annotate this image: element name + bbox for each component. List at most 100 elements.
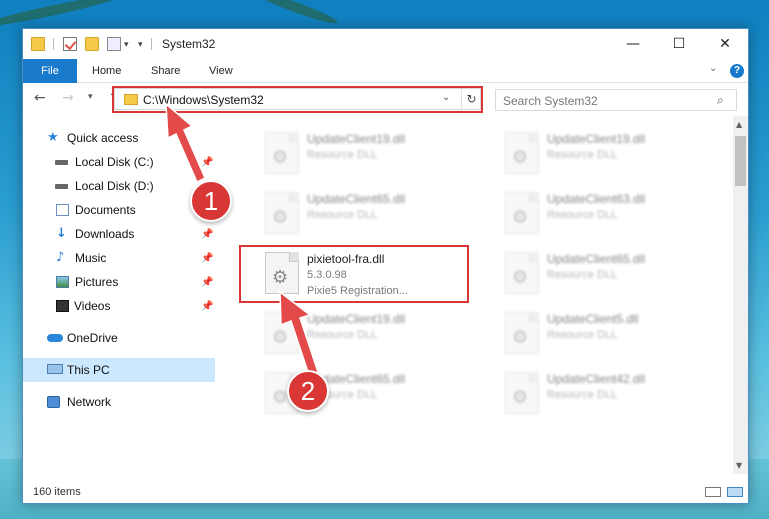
sidebar-item-this-pc[interactable]: This PC — [23, 358, 215, 382]
vertical-scrollbar[interactable]: ▲ ▼ — [733, 116, 748, 474]
gear-icon: ⚙ — [512, 327, 529, 348]
scroll-down-icon[interactable]: ▼ — [736, 461, 742, 470]
window-title: System32 — [162, 37, 216, 51]
sidebar-item-local-disk-d[interactable]: Local Disk (D:) — [23, 174, 215, 198]
sidebar-item-label: Local Disk (C:) — [75, 155, 154, 169]
file-item[interactable]: ⚙ UpdateClient19.dll Resource DLL — [259, 306, 479, 362]
file-name: UpdateClient63.dll — [547, 192, 646, 206]
file-description: Resource DLL — [547, 329, 618, 341]
recent-locations-chevron-icon[interactable]: ▾ — [88, 92, 93, 102]
search-placeholder: Search System32 — [503, 94, 598, 108]
dll-file-icon: ⚙ — [505, 312, 539, 354]
sidebar-item-videos[interactable]: Videos 📌 — [23, 294, 215, 318]
onedrive-icon — [47, 334, 63, 342]
pin-icon: 📌 — [201, 277, 214, 288]
file-item[interactable]: ⚙ UpdateClient5.dll Resource DLL — [499, 306, 719, 362]
sidebar-item-onedrive[interactable]: OneDrive — [23, 326, 215, 350]
dll-file-icon: ⚙ — [505, 192, 539, 234]
star-icon: ★ — [47, 130, 59, 145]
search-input[interactable]: Search System32 ⌕ — [495, 89, 737, 111]
toolbar-separator — [53, 38, 54, 50]
large-icons-view-icon[interactable] — [727, 487, 743, 497]
forward-arrow-icon[interactable]: → — [62, 90, 74, 106]
close-button[interactable]: ✕ — [702, 29, 748, 59]
sidebar-item-label: Downloads — [75, 227, 135, 241]
tab-share[interactable]: Share — [151, 59, 180, 83]
expand-ribbon-icon[interactable]: ⌄ — [709, 63, 717, 74]
sidebar-item-label: Local Disk (D:) — [75, 179, 154, 193]
pin-icon: 📌 — [201, 229, 214, 240]
gear-icon: ⚙ — [272, 207, 289, 228]
folder-icon — [31, 37, 45, 51]
file-item[interactable]: ⚙ UpdateClient65.dll Resource DLL — [259, 186, 479, 242]
maximize-button[interactable]: ☐ — [656, 29, 702, 59]
gear-icon: ⚙ — [272, 147, 289, 168]
address-highlight-box — [112, 86, 483, 113]
dll-file-icon: ⚙ — [265, 132, 299, 174]
sidebar-item-label: Network — [67, 395, 112, 409]
tab-home[interactable]: Home — [92, 59, 121, 83]
file-name: UpdateClient19.dll — [307, 312, 406, 326]
desktop-leaf — [251, 0, 339, 28]
item-count: 160 items — [33, 486, 81, 498]
sidebar-item-label: Quick access — [67, 131, 139, 145]
music-icon: ♪ — [56, 250, 65, 265]
scrollbar-thumb[interactable] — [735, 136, 746, 186]
title-bar: ▾ ▾ System32 — ☐ ✕ — [23, 29, 748, 59]
tab-view[interactable]: View — [209, 59, 233, 83]
help-icon[interactable]: ? — [730, 64, 744, 78]
sidebar-item-local-disk-c[interactable]: Local Disk (C:) 📌 — [23, 150, 215, 174]
file-item[interactable]: ⚙ UpdateClient42.dll Resource DLL — [499, 366, 719, 422]
pictures-icon — [56, 276, 69, 288]
status-bar: 160 items — [23, 481, 748, 503]
scroll-up-icon[interactable]: ▲ — [736, 120, 742, 129]
file-name: UpdateClient65.dll — [307, 192, 406, 206]
file-item[interactable]: ⚙ UpdateClient19.dll Resource DLL — [259, 126, 479, 182]
sidebar-item-label: Documents — [75, 203, 136, 217]
sidebar-item-network[interactable]: Network — [23, 390, 215, 414]
search-icon[interactable]: ⌕ — [717, 93, 724, 108]
file-highlight-box — [239, 245, 469, 303]
dll-file-icon: ⚙ — [505, 132, 539, 174]
sidebar-item-label: OneDrive — [67, 331, 118, 345]
file-item[interactable]: ⚙ UpdateClient19.dll Resource DLL — [499, 126, 719, 182]
file-item[interactable]: ⚙ UpdateClient65.dll Resource DLL — [499, 246, 719, 302]
step-2-badge: 2 — [287, 370, 329, 412]
pin-icon: 📌 — [201, 301, 214, 312]
properties-check-icon[interactable] — [63, 37, 77, 51]
dll-file-icon: ⚙ — [505, 372, 539, 414]
dll-file-icon: ⚙ — [265, 312, 299, 354]
documents-icon — [56, 204, 69, 216]
file-description: Resource DLL — [547, 389, 618, 401]
desktop-leaf — [0, 0, 120, 31]
file-description: Resource DLL — [547, 269, 618, 281]
gear-icon: ⚙ — [512, 267, 529, 288]
minimize-button[interactable]: — — [610, 29, 656, 59]
step-1-badge: 1 — [190, 180, 232, 222]
download-icon: ↓ — [56, 226, 67, 241]
details-view-icon[interactable] — [705, 487, 721, 497]
sidebar-item-music[interactable]: ♪ Music 📌 — [23, 246, 215, 270]
tab-file[interactable]: File — [23, 59, 77, 83]
chevron-down-icon[interactable]: ▾ — [124, 39, 129, 50]
file-description: Resource DLL — [307, 149, 378, 161]
customize-toolbar-icon[interactable] — [107, 37, 121, 51]
network-icon — [47, 396, 60, 408]
back-arrow-icon[interactable]: ← — [34, 90, 46, 106]
sidebar-item-pictures[interactable]: Pictures 📌 — [23, 270, 215, 294]
toolbar-separator — [151, 38, 152, 50]
dll-file-icon: ⚙ — [505, 252, 539, 294]
sidebar-item-documents[interactable]: Documents 📌 — [23, 198, 215, 222]
sidebar-item-downloads[interactable]: ↓ Downloads 📌 — [23, 222, 215, 246]
quick-access-dropdown-icon[interactable]: ▾ — [138, 39, 143, 50]
pin-icon: 📌 — [201, 253, 214, 264]
sidebar-item-label: Videos — [74, 299, 111, 313]
dll-file-icon: ⚙ — [265, 192, 299, 234]
file-item[interactable]: ⚙ UpdateClient63.dll Resource DLL — [499, 186, 719, 242]
new-folder-icon[interactable] — [85, 37, 99, 51]
file-description: Resource DLL — [307, 329, 378, 341]
sidebar-item-quick-access[interactable]: ★ Quick access — [23, 126, 215, 150]
file-name: UpdateClient19.dll — [547, 132, 646, 146]
disk-icon — [55, 184, 68, 189]
sidebar-item-label: Music — [75, 251, 107, 265]
